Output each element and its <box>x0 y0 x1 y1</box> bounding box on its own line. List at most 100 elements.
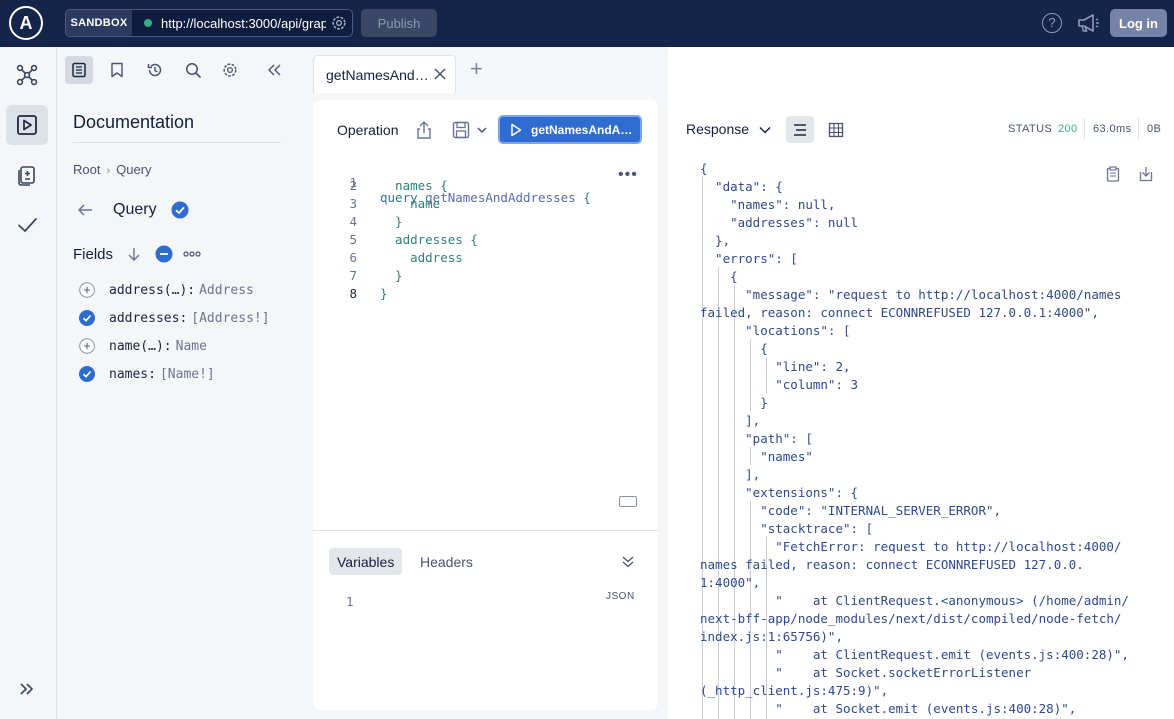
add-field-icon[interactable] <box>79 282 95 298</box>
history-button[interactable] <box>141 56 169 84</box>
double-chevron-left-icon <box>268 64 281 76</box>
type-title: Query <box>113 201 157 218</box>
field-type[interactable]: [Name!] <box>160 367 215 382</box>
response-json-line: " at ClientRequest.<anonymous> (/home/ad… <box>700 593 1129 608</box>
field-name: name(…): <box>109 338 172 354</box>
connection-settings-gear-icon[interactable] <box>330 14 348 32</box>
editor-more-options-icon[interactable]: ••• <box>618 166 638 184</box>
operation-title: Operation <box>337 122 399 138</box>
response-json-line: { <box>700 161 708 176</box>
json-view-button[interactable] <box>786 116 814 143</box>
selected-check-icon[interactable] <box>79 366 95 382</box>
breadcrumb-root[interactable]: Root <box>73 162 100 177</box>
endpoint-url[interactable]: http://localhost:3000/api/graphql <box>161 16 326 31</box>
response-json-line: "message": "request to http://localhost:… <box>700 287 1122 302</box>
publish-button[interactable]: Publish <box>361 9 437 37</box>
field-type[interactable]: Name <box>176 339 207 354</box>
field-name: addresses: <box>109 310 188 326</box>
field-type[interactable]: Address <box>199 283 254 298</box>
collapse-docs-button[interactable] <box>260 56 288 84</box>
history-icon <box>147 63 162 77</box>
expand-nav-button[interactable] <box>6 669 48 709</box>
back-arrow-icon[interactable] <box>77 203 93 217</box>
gear-icon <box>223 63 237 77</box>
response-json-line: "path": [ <box>700 431 813 446</box>
share-icon[interactable] <box>416 120 432 140</box>
apollo-logo[interactable]: A <box>9 6 43 40</box>
code-text: names { <box>380 178 448 193</box>
bookmarks-button[interactable] <box>103 56 131 84</box>
selected-check-icon[interactable] <box>79 310 95 326</box>
response-size: 0B <box>1147 123 1162 135</box>
new-tab-plus-icon[interactable]: + <box>470 58 488 80</box>
sandbox-tag: SANDBOX <box>66 10 132 36</box>
docs-view-button[interactable] <box>65 56 93 84</box>
copy-clipboard-icon[interactable] <box>1106 166 1120 182</box>
top-bar: A SANDBOX http://localhost:3000/api/gra p… <box>0 0 1174 47</box>
field-row-name[interactable]: name(…): Name <box>79 337 207 355</box>
login-button[interactable]: Log in <box>1110 9 1167 37</box>
deselect-all-icon[interactable] <box>155 245 173 263</box>
status-separator <box>1138 118 1139 140</box>
selected-check-icon[interactable] <box>171 201 189 219</box>
list-view-icon <box>794 123 806 136</box>
line-number: 5 <box>349 232 357 247</box>
field-type[interactable]: [Address!] <box>191 311 269 326</box>
connection-status-dot <box>144 19 152 27</box>
response-panel: Response STATUS 200 63.0ms 0B { "data": … <box>668 47 1174 719</box>
chevron-down-icon[interactable] <box>477 126 487 134</box>
breadcrumb-query[interactable]: Query <box>116 162 151 177</box>
sort-arrow-down-icon[interactable] <box>127 246 141 262</box>
operation-tab[interactable]: getNamesAnd… <box>313 55 456 93</box>
endpoint-url-box[interactable]: SANDBOX http://localhost:3000/api/graphq… <box>65 9 353 37</box>
explorer-nav[interactable] <box>6 105 48 145</box>
help-icon[interactable]: ? <box>1042 13 1062 33</box>
response-json-line: "errors": [ <box>700 251 798 266</box>
download-icon[interactable] <box>1139 166 1153 182</box>
field-name: address(…): <box>109 282 196 298</box>
docs-divider <box>73 142 281 143</box>
logo-letter: A <box>19 13 33 33</box>
field-name: names: <box>109 366 156 382</box>
field-row-names[interactable]: names: [Name!] <box>79 365 215 383</box>
megaphone-icon[interactable] <box>1076 12 1100 34</box>
field-row-address[interactable]: address(…): Address <box>79 281 254 299</box>
run-operation-button[interactable]: getNamesAndA… <box>498 115 642 144</box>
code-text: { <box>575 190 591 205</box>
response-json-line: { <box>700 341 768 356</box>
response-json-line: { <box>700 269 738 284</box>
close-icon[interactable] <box>433 67 447 81</box>
response-json-line: "names" <box>700 449 813 464</box>
keyboard-shortcuts-icon[interactable] <box>619 496 637 507</box>
tab-headers[interactable]: Headers <box>412 548 481 575</box>
line-number: 8 <box>349 286 357 301</box>
code-line[interactable]: 1 query getNamesAndAddresses { <box>313 160 590 205</box>
tab-variables[interactable]: Variables <box>329 548 403 575</box>
schema-graph-nav[interactable] <box>6 55 48 95</box>
response-json-line: " at Socket.socketErrorListener <box>700 665 1032 680</box>
tab-label: getNamesAnd… <box>326 66 429 83</box>
response-json-line: next-bff-app/node_modules/next/dist/comp… <box>700 611 1122 626</box>
run-button-label: getNamesAndA… <box>531 122 633 137</box>
response-json-line: names failed, reason: connect ECONNREFUS… <box>700 557 1084 572</box>
table-icon <box>828 122 844 137</box>
response-json-line: "FetchError: request to http://localhost… <box>700 539 1122 554</box>
more-options-icon[interactable] <box>183 250 201 258</box>
response-json-line: "column": 3 <box>700 377 859 392</box>
variables-line-number[interactable]: 1 <box>346 594 354 609</box>
field-row-addresses[interactable]: addresses: [Address!] <box>79 309 270 327</box>
code-text: address <box>380 250 463 265</box>
schema-changelog-nav[interactable] <box>6 155 48 195</box>
search-button[interactable] <box>179 56 207 84</box>
response-title[interactable]: Response <box>686 121 771 137</box>
table-view-button[interactable] <box>822 116 850 143</box>
response-time: 63.0ms <box>1093 123 1132 135</box>
checks-nav[interactable] <box>6 205 48 245</box>
save-icon[interactable] <box>452 121 470 139</box>
chevron-down-icon <box>759 126 771 134</box>
line-number: 2 <box>349 178 357 193</box>
settings-button[interactable] <box>216 56 244 84</box>
documentation-panel: Documentation Root › Query Query Fields ad… <box>57 47 298 719</box>
add-field-icon[interactable] <box>79 338 95 354</box>
collapse-chevron-icon[interactable] <box>621 555 635 569</box>
